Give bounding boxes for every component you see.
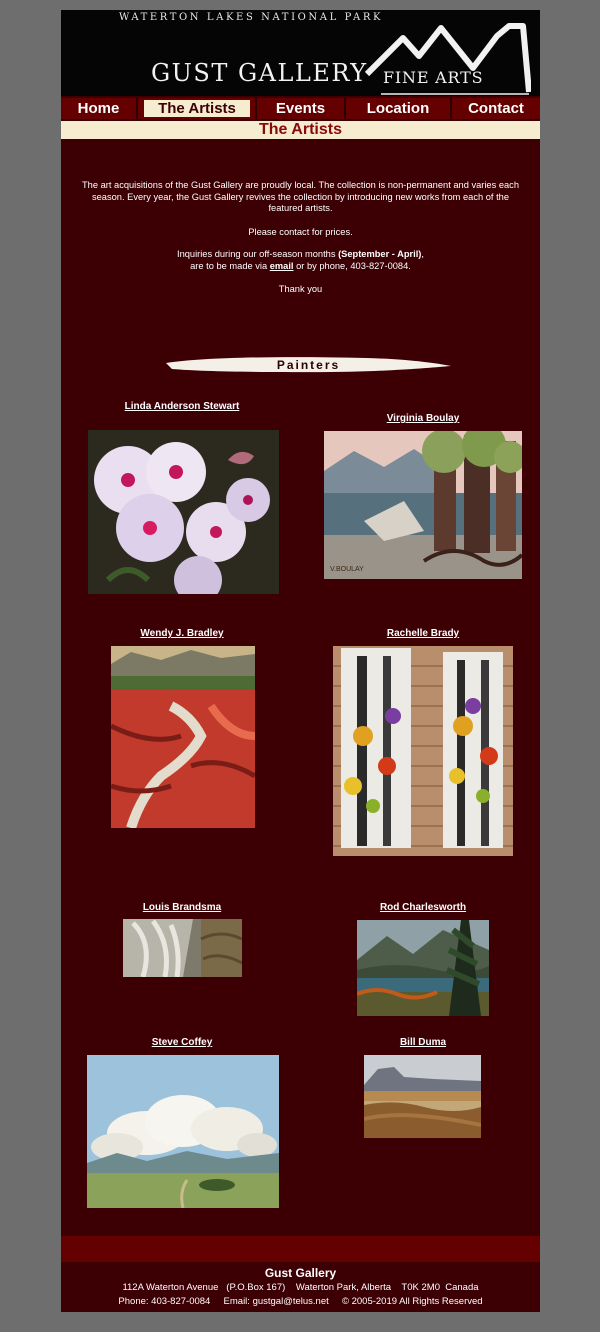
prices-note: Please contact for prices. [248, 226, 353, 237]
artist-link-bill-duma[interactable]: Bill Duma [323, 1037, 523, 1048]
artwork-louis-brandsma[interactable] [123, 919, 242, 977]
page-title: The Artists [61, 121, 540, 139]
email-link[interactable]: email [270, 261, 294, 271]
footer-address: 112A Waterton Avenue (P.O.Box 167) Water… [122, 1282, 479, 1293]
inquiries-pre: Inquiries during our off-season months [176, 249, 339, 259]
gallery-name: GUST GALLERY [151, 59, 368, 87]
mountain-lake-painting-icon [357, 920, 489, 1016]
nav-events[interactable]: Events [257, 98, 344, 119]
painters-heading: Painters [166, 355, 451, 375]
artwork-rachelle-brady[interactable] [333, 646, 513, 856]
header-banner: WATERTON LAKES NATIONAL PARK GUST GALLER… [61, 10, 540, 96]
nav-location[interactable]: Location [346, 98, 450, 119]
footer-contact: Phone: 403-827-0084 Email: gustgal@telus… [118, 1296, 483, 1307]
artwork-bill-duma[interactable] [364, 1055, 481, 1138]
artist-link-rod-charlesworth[interactable]: Rod Charlesworth [323, 902, 523, 913]
artwork-steve-coffey[interactable] [87, 1055, 279, 1208]
footer: Gust Gallery 112A Waterton Avenue (P.O.B… [61, 1266, 540, 1309]
artist-link-steve-coffey[interactable]: Steve Coffey [82, 1037, 282, 1048]
inquiries-text: Inquiries during our off-season months (… [176, 249, 424, 271]
trees-lake-painting-icon: V.BOULAY [324, 431, 522, 579]
flowers-painting-icon [88, 430, 279, 594]
fine-arts-label: FINE ARTS [383, 68, 484, 87]
artwork-virginia-boulay[interactable]: V.BOULAY [324, 431, 522, 579]
inquiries-mid: are to be made via [190, 260, 270, 271]
intro-text: The art acquisitions of the Gust Gallery… [81, 180, 520, 296]
artist-link-linda-anderson-stewart[interactable]: Linda Anderson Stewart [82, 401, 282, 412]
chief-mountain-painting-icon [364, 1055, 481, 1138]
nav-separator [136, 98, 138, 119]
artwork-rod-charlesworth[interactable] [357, 920, 489, 1016]
artist-link-louis-brandsma[interactable]: Louis Brandsma [82, 902, 282, 913]
artist-link-virginia-boulay[interactable]: Virginia Boulay [323, 413, 523, 424]
thanks-text: Thank you [278, 284, 323, 294]
offseason-months: (September - April) [338, 249, 422, 259]
artist-link-rachelle-brady[interactable]: Rachelle Brady [323, 628, 523, 639]
artist-link-wendy-j-bradley[interactable]: Wendy J. Bradley [82, 628, 282, 639]
footer-gallery-name: Gust Gallery [264, 1266, 337, 1280]
prairie-clouds-painting-icon [87, 1055, 279, 1208]
red-rock-canyon-painting-icon [111, 646, 255, 828]
artwork-linda-anderson-stewart[interactable] [88, 430, 279, 594]
main-nav: Home The Artists Events Location Contact [61, 98, 540, 119]
footer-bar [61, 1236, 540, 1262]
inquiries-post: or by phone, 403-827-0084. [293, 260, 411, 271]
nav-the-artists[interactable]: The Artists [144, 100, 250, 117]
painters-label: Painters [276, 358, 341, 372]
artwork-wendy-j-bradley[interactable] [111, 646, 255, 828]
birch-trees-painting-icon [333, 646, 513, 856]
page-container: WATERTON LAKES NATIONAL PARK GUST GALLER… [61, 10, 540, 1312]
intro-paragraph: The art acquisitions of the Gust Gallery… [81, 180, 519, 213]
waterfall-painting-icon [123, 919, 242, 977]
nav-contact[interactable]: Contact [452, 98, 540, 119]
artwork-signature: V.BOULAY [330, 566, 364, 573]
nav-home[interactable]: Home [61, 98, 136, 119]
